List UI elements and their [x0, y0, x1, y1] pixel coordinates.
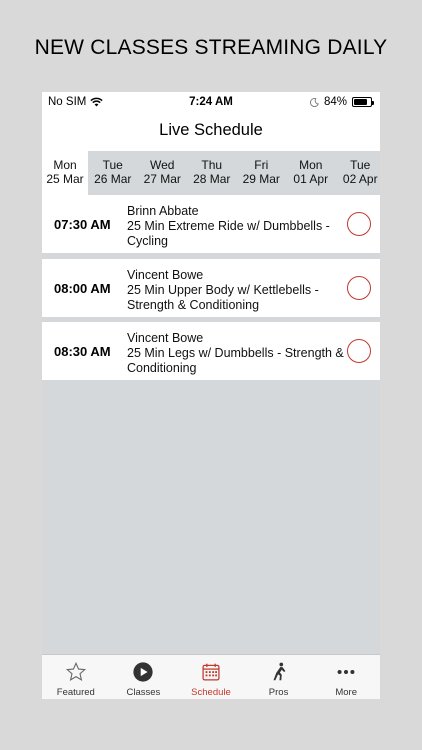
- day-tab-4[interactable]: Fri 29 Mar: [237, 151, 287, 195]
- tab-pros[interactable]: Pros: [245, 655, 313, 699]
- moon-icon: [309, 97, 319, 107]
- class-time: 08:00 AM: [54, 280, 111, 296]
- page-title: Live Schedule: [159, 121, 263, 139]
- class-time: 07:30 AM: [54, 216, 111, 232]
- day-date: 01 Apr: [293, 171, 329, 186]
- day-weekday: Tue: [350, 158, 371, 172]
- tab-bar: Featured Classes Schedule Pros More: [42, 654, 380, 699]
- day-date: 29 Mar: [242, 171, 280, 186]
- day-tab-0[interactable]: Mon 25 Mar: [42, 151, 88, 195]
- day-tab-2[interactable]: Wed 27 Mar: [138, 151, 188, 195]
- day-date: 02 Apr: [342, 171, 378, 186]
- star-icon: [42, 660, 110, 684]
- class-time: 08:30 AM: [54, 343, 111, 359]
- day-weekday: Mon: [299, 158, 323, 172]
- class-instructor: Vincent Bowe: [127, 331, 204, 345]
- class-instructor: Brinn Abbate: [127, 204, 199, 218]
- select-circle-icon[interactable]: [347, 339, 371, 363]
- day-tab-3[interactable]: Thu 28 Mar: [187, 151, 237, 195]
- battery-level: [354, 99, 368, 105]
- day-weekday: Fri: [254, 158, 269, 172]
- tab-label: Featured: [56, 687, 95, 698]
- day-date: 28 Mar: [193, 171, 231, 186]
- tab-label: Schedule: [191, 687, 231, 698]
- class-row[interactable]: 07:30 AM Brinn Abbate 25 Min Extreme Ride …: [42, 195, 380, 253]
- battery-icon: [352, 97, 374, 107]
- day-weekday: Mon: [53, 158, 77, 172]
- tab-label: More: [335, 687, 357, 698]
- tab-label: Classes: [126, 687, 161, 698]
- class-row[interactable]: 08:00 AM Vincent Bowe 25 Min Upper Body w/…: [42, 259, 380, 317]
- day-date: 27 Mar: [143, 171, 181, 186]
- battery-percent: 84%: [323, 96, 347, 108]
- calendar-icon: [177, 660, 245, 684]
- nav-bar: Live Schedule: [42, 112, 380, 151]
- day-tab-1[interactable]: Tue 26 Mar: [88, 151, 138, 195]
- tab-featured[interactable]: Featured: [42, 655, 110, 699]
- day-weekday: Thu: [201, 158, 223, 172]
- class-title: 25 Min Extreme Ride w/ Dumbbells - Cycli…: [127, 219, 330, 248]
- day-tab-5[interactable]: Mon 01 Apr: [286, 151, 336, 195]
- tab-classes[interactable]: Classes: [110, 655, 178, 699]
- play-icon: [110, 660, 178, 684]
- day-weekday: Wed: [150, 158, 175, 172]
- more-icon: [312, 660, 380, 684]
- tab-more[interactable]: More: [312, 655, 380, 699]
- select-circle-icon[interactable]: [347, 212, 371, 236]
- class-title: 25 Min Legs w/ Dumbbells - Strength & Co…: [127, 346, 344, 375]
- day-selector: Mon 25 Mar Tue 26 Mar Wed 27 Mar Thu 28 Mar Fri 2…: [42, 151, 380, 195]
- status-bar: No SIM 7:24 AM 84%: [42, 92, 380, 112]
- tab-schedule[interactable]: Schedule: [177, 655, 245, 699]
- select-circle-icon[interactable]: [347, 276, 371, 300]
- day-date: 26 Mar: [94, 171, 132, 186]
- day-weekday: Tue: [102, 158, 123, 172]
- day-tab-6[interactable]: Tue 02 Apr: [336, 151, 381, 195]
- day-date: 25 Mar: [46, 171, 84, 186]
- tab-label: Pros: [268, 687, 289, 698]
- pros-icon: [245, 660, 313, 684]
- class-row[interactable]: 08:30 AM Vincent Bowe 25 Min Legs w/ Dumbb…: [42, 322, 380, 380]
- phone-screen: No SIM 7:24 AM 84% Live Schedule Mon 25 M…: [42, 92, 380, 699]
- class-title: 25 Min Upper Body w/ Kettlebells - Stren…: [127, 283, 319, 312]
- promo-headline: NEW CLASSES STREAMING DAILY: [34, 36, 388, 59]
- class-instructor: Vincent Bowe: [127, 268, 204, 282]
